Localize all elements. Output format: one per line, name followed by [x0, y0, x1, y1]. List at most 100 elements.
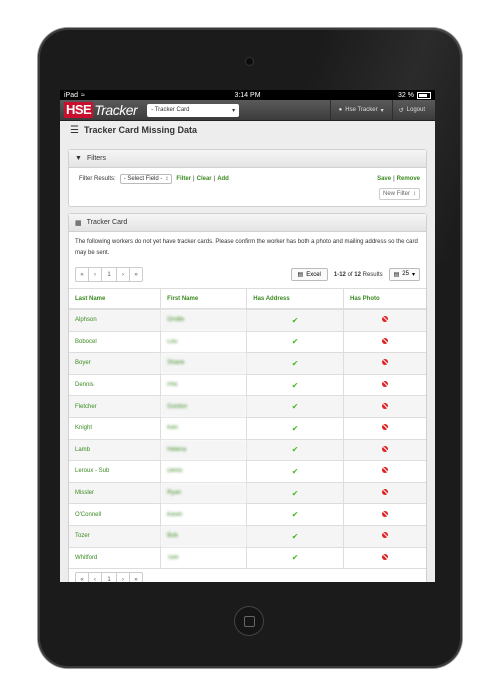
- has-photo-cell: [343, 352, 426, 375]
- home-button[interactable]: [234, 606, 264, 636]
- logout-label: Logout: [406, 107, 425, 113]
- table-row[interactable]: Boyer Shane ✔: [69, 352, 426, 375]
- app-logo[interactable]: HSE Tracker: [64, 102, 138, 118]
- no-photo-icon: [382, 553, 388, 560]
- first-name-cell: Ken: [160, 417, 248, 440]
- field-select[interactable]: - Select Field - ↕: [119, 174, 173, 184]
- has-photo-cell: [343, 460, 426, 483]
- table-icon: ▦: [75, 219, 82, 227]
- has-photo-cell: [343, 503, 426, 526]
- user-icon: ●: [338, 107, 343, 113]
- filter-link[interactable]: Filter: [176, 176, 191, 182]
- table-row[interactable]: Knight Ken ✔: [69, 417, 426, 440]
- last-name-cell[interactable]: Alphson: [69, 309, 162, 332]
- check-icon: ✔: [246, 395, 344, 418]
- page-title: Tracker Card Missing Data: [83, 125, 198, 135]
- logout-icon: ↺: [398, 107, 404, 114]
- tracker-card-title: Tracker Card: [86, 219, 128, 226]
- table-row[interactable]: Bobocel Lou ✔: [69, 331, 426, 354]
- updown-icon: ↕: [165, 176, 169, 182]
- first-name-cell: Denis: [160, 460, 248, 483]
- first-page-button[interactable]: «: [76, 573, 89, 582]
- per-page-value: 25: [402, 271, 409, 277]
- prev-page-button[interactable]: ‹: [89, 573, 102, 582]
- table-row[interactable]: Leroux - Sub Denis ✔: [69, 460, 426, 483]
- menu-icon[interactable]: ☰: [70, 125, 79, 136]
- filter-label: Filter Results:: [79, 176, 116, 182]
- funnel-icon: ▼: [75, 155, 82, 162]
- new-filter-row: New Filter ↕: [69, 186, 426, 206]
- document-icon: ▤: [297, 272, 304, 278]
- last-name-cell[interactable]: Bobocel: [69, 331, 162, 354]
- last-name-cell[interactable]: Fletcher: [69, 395, 162, 418]
- last-name-cell[interactable]: Boyer: [69, 352, 162, 375]
- page-select[interactable]: - Tracker Card ▾: [147, 103, 240, 117]
- excel-button[interactable]: ▤ Excel: [290, 268, 328, 281]
- per-page-select[interactable]: ▤ 25 ▾: [388, 268, 420, 281]
- table-row[interactable]: Dennis Phil ✔: [69, 374, 426, 397]
- no-photo-icon: [382, 445, 388, 452]
- last-name-cell[interactable]: Dennis: [69, 374, 162, 397]
- caret-down-icon: ▾: [380, 107, 384, 114]
- last-name-cell[interactable]: O'Connell: [69, 503, 162, 526]
- next-page-button[interactable]: ›: [117, 268, 130, 281]
- last-name-cell[interactable]: Whitford: [69, 547, 162, 570]
- table-row[interactable]: O'Connell Kevin ✔: [69, 503, 426, 526]
- has-photo-cell: [343, 439, 426, 462]
- has-photo-cell: [343, 417, 426, 440]
- page-select-value: - Tracker Card: [151, 107, 190, 113]
- page-number-input[interactable]: 1: [102, 573, 117, 582]
- col-has-photo[interactable]: Has Photo: [343, 288, 426, 310]
- col-first-name[interactable]: First Name: [160, 288, 248, 310]
- prev-page-button[interactable]: ‹: [89, 268, 102, 281]
- filters-heading[interactable]: ▼ Filters: [69, 150, 426, 168]
- user-name: Hse Tracker: [345, 107, 378, 113]
- add-link[interactable]: Add: [217, 176, 229, 182]
- last-page-button[interactable]: »: [130, 573, 142, 582]
- has-photo-cell: [343, 309, 426, 332]
- caret-down-icon: ▾: [411, 272, 415, 278]
- first-name-cell: Gordon: [160, 395, 248, 418]
- last-page-button[interactable]: »: [130, 268, 142, 281]
- last-name-cell[interactable]: Missler: [69, 482, 162, 505]
- new-filter-value: New Filter: [382, 191, 410, 197]
- new-filter-select[interactable]: New Filter ↕: [378, 188, 420, 200]
- check-icon: ✔: [246, 482, 344, 505]
- first-name-cell: Ryan: [160, 482, 248, 505]
- logout-button[interactable]: ↺ Logout: [391, 100, 431, 120]
- no-photo-icon: [382, 337, 388, 344]
- table-row[interactable]: Lamb Helena ✔: [69, 439, 426, 462]
- tracker-table: Last Name First Name Has Address Has Pho…: [69, 288, 426, 570]
- last-name-cell[interactable]: Lamb: [69, 439, 162, 462]
- has-photo-cell: [343, 525, 426, 548]
- table-row[interactable]: Fletcher Gordon ✔: [69, 395, 426, 418]
- last-name-cell[interactable]: Knight: [69, 417, 162, 440]
- screen: iPad ≈ 3:14 PM 32 % HSE Tracker - Tracke…: [60, 90, 435, 582]
- has-photo-cell: [343, 547, 426, 570]
- tracker-card-heading: ▦ Tracker Card: [69, 214, 426, 232]
- table-toolbar: « ‹ 1 › » ▤ Excel 1-12 of 12 Results ▤ 2…: [69, 264, 426, 288]
- page-number-input[interactable]: 1: [102, 268, 117, 281]
- table-row[interactable]: Missler Ryan ✔: [69, 482, 426, 505]
- logo-tracker: Tracker: [94, 102, 138, 118]
- last-name-cell[interactable]: Tozer: [69, 525, 162, 548]
- first-page-button[interactable]: «: [76, 268, 89, 281]
- table-row[interactable]: Whitford Tom ✔: [69, 547, 426, 570]
- first-name-cell: Shane: [160, 352, 248, 375]
- chevron-down-icon: ▾: [232, 107, 236, 114]
- table-row[interactable]: Tozer Bob ✔: [69, 525, 426, 548]
- check-icon: ✔: [246, 309, 344, 332]
- updown-icon: ↕: [413, 191, 416, 197]
- next-page-button[interactable]: ›: [117, 573, 130, 582]
- clear-link[interactable]: Clear: [197, 176, 212, 182]
- last-name-cell[interactable]: Leroux - Sub: [69, 460, 162, 483]
- col-has-address[interactable]: Has Address: [246, 288, 344, 310]
- user-menu[interactable]: ● Hse Tracker ▾: [329, 100, 392, 120]
- list-icon: ▤: [393, 272, 400, 278]
- table-row[interactable]: Alphson Orville ✔: [69, 309, 426, 332]
- save-link[interactable]: Save: [377, 176, 391, 182]
- remove-link[interactable]: Remove: [397, 176, 420, 182]
- check-icon: ✔: [246, 417, 344, 440]
- col-last-name[interactable]: Last Name: [69, 288, 162, 310]
- has-photo-cell: [343, 395, 426, 418]
